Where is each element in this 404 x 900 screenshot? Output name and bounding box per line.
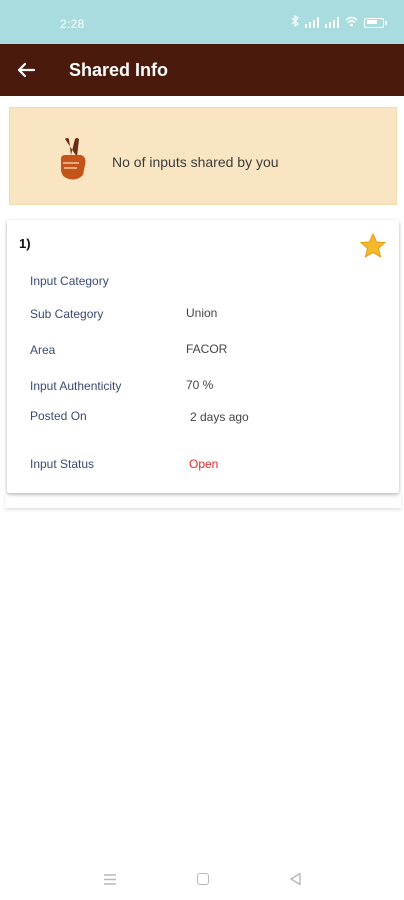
- input-authenticity-value: 70 %: [186, 378, 214, 392]
- status-icons: [291, 14, 387, 30]
- arrow-left-icon: [17, 62, 36, 78]
- posted-on-label: Posted On: [30, 409, 87, 423]
- signal-icon: [305, 17, 319, 28]
- sub-category-value: Union: [186, 306, 218, 320]
- victory-hand-icon: [61, 138, 86, 180]
- card-stack-edge: [5, 492, 401, 508]
- input-authenticity-label: Input Authenticity: [30, 379, 122, 393]
- bluetooth-icon: [291, 14, 299, 30]
- back-button[interactable]: [12, 56, 40, 84]
- input-status-label: Input Status: [30, 457, 95, 471]
- system-nav-bar: [0, 860, 404, 900]
- page-title: Shared Info: [69, 60, 169, 80]
- shared-count-banner: No of inputs shared by you: [9, 107, 397, 205]
- sub-category-label: Sub Category: [30, 307, 104, 321]
- app-bar: Shared Info: [0, 44, 404, 96]
- area-label: Area: [30, 343, 56, 357]
- input-status-value: Open: [189, 457, 219, 471]
- status-bar: 2:28: [0, 0, 404, 44]
- shared-count-text: No of inputs shared by you: [112, 154, 279, 170]
- shared-input-card[interactable]: 1) Input Category Sub Category Union Are…: [7, 220, 399, 493]
- battery-icon: [364, 17, 387, 28]
- area-value: FACOR: [186, 342, 228, 356]
- back-icon[interactable]: [289, 872, 302, 886]
- home-icon[interactable]: [197, 873, 209, 885]
- star-icon[interactable]: [359, 232, 387, 260]
- wifi-icon: [345, 16, 358, 30]
- menu-icon[interactable]: [104, 874, 116, 885]
- card-index: 1): [19, 236, 31, 251]
- posted-on-value: 2 days ago: [190, 410, 249, 424]
- signal-icon: [325, 17, 339, 28]
- status-time: 2:28: [60, 17, 85, 31]
- input-category-label: Input Category: [30, 274, 109, 288]
